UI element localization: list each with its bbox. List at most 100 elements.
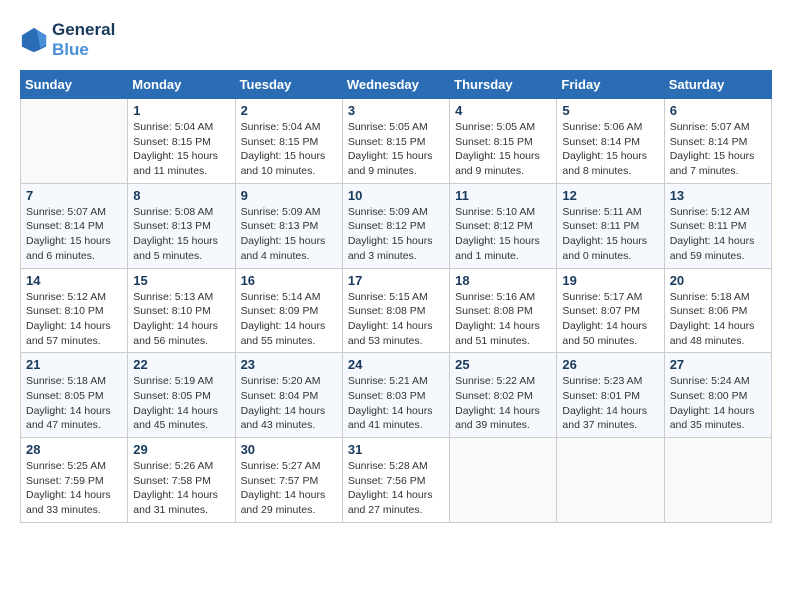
calendar-cell: 28Sunrise: 5:25 AM Sunset: 7:59 PM Dayli… <box>21 438 128 523</box>
calendar-cell: 15 Sunrise: 5:13 AM Sunset: 8:10 PM Dayli… <box>128 268 235 353</box>
day-info: Sunrise: 5:21 AM Sunset: 8:03 PM Dayligh… <box>348 374 444 433</box>
day-info: Sunrise: 5:18 AM Sunset: 8:05 PM Dayligh… <box>26 374 122 433</box>
day-info: Sunrise: 5:04 AM Sunset: 8:15 PM Dayligh… <box>241 120 337 179</box>
day-number: 3 <box>348 103 444 118</box>
day-info: Sunrise: 5:16 AM Sunset: 8:08 PM Dayligh… <box>455 290 551 349</box>
calendar-cell: 1 Sunrise: 5:04 AM Sunset: 8:15 PM Daylig… <box>128 99 235 184</box>
day-info: Sunrise: 5:24 AM Sunset: 8:00 PM Dayligh… <box>670 374 766 433</box>
day-number: 9 <box>241 188 337 203</box>
logo: General Blue <box>20 20 115 60</box>
calendar-cell: 6 Sunrise: 5:07 AM Sunset: 8:14 PM Daylig… <box>664 99 771 184</box>
day-number: 11 <box>455 188 551 203</box>
calendar-cell: 16 Sunrise: 5:14 AM Sunset: 8:09 PM Dayli… <box>235 268 342 353</box>
calendar-table: SundayMondayTuesdayWednesdayThursdayFrid… <box>20 70 772 523</box>
day-number: 22 <box>133 357 229 372</box>
day-number: 23 <box>241 357 337 372</box>
day-info: Sunrise: 5:04 AM Sunset: 8:15 PM Dayligh… <box>133 120 229 179</box>
day-number: 13 <box>670 188 766 203</box>
calendar-cell: 4 Sunrise: 5:05 AM Sunset: 8:15 PM Daylig… <box>450 99 557 184</box>
day-info: Sunrise: 5:07 AM Sunset: 8:14 PM Dayligh… <box>26 205 122 264</box>
day-number: 31 <box>348 442 444 457</box>
day-number: 27 <box>670 357 766 372</box>
day-number: 8 <box>133 188 229 203</box>
day-info: Sunrise: 5:05 AM Sunset: 8:15 PM Dayligh… <box>455 120 551 179</box>
day-number: 7 <box>26 188 122 203</box>
calendar-header-monday: Monday <box>128 71 235 99</box>
calendar-cell <box>557 438 664 523</box>
calendar-cell: 18 Sunrise: 5:16 AM Sunset: 8:08 PM Dayli… <box>450 268 557 353</box>
day-info: Sunrise: 5:11 AM Sunset: 8:11 PM Dayligh… <box>562 205 658 264</box>
day-info: Sunrise: 5:22 AM Sunset: 8:02 PM Dayligh… <box>455 374 551 433</box>
day-info: Sunrise: 5:09 AM Sunset: 8:13 PM Dayligh… <box>241 205 337 264</box>
day-number: 1 <box>133 103 229 118</box>
logo-icon <box>20 26 48 54</box>
day-number: 20 <box>670 273 766 288</box>
calendar-cell: 10 Sunrise: 5:09 AM Sunset: 8:12 PM Dayli… <box>342 183 449 268</box>
calendar-week-row: 1 Sunrise: 5:04 AM Sunset: 8:15 PM Daylig… <box>21 99 772 184</box>
calendar-header-row: SundayMondayTuesdayWednesdayThursdayFrid… <box>21 71 772 99</box>
calendar-week-row: 7 Sunrise: 5:07 AM Sunset: 8:14 PM Daylig… <box>21 183 772 268</box>
calendar-cell: 8 Sunrise: 5:08 AM Sunset: 8:13 PM Daylig… <box>128 183 235 268</box>
day-number: 4 <box>455 103 551 118</box>
day-number: 2 <box>241 103 337 118</box>
day-info: Sunrise: 5:07 AM Sunset: 8:14 PM Dayligh… <box>670 120 766 179</box>
day-number: 21 <box>26 357 122 372</box>
day-info: Sunrise: 5:27 AM Sunset: 7:57 PM Dayligh… <box>241 459 337 518</box>
day-number: 25 <box>455 357 551 372</box>
day-info: Sunrise: 5:12 AM Sunset: 8:11 PM Dayligh… <box>670 205 766 264</box>
calendar-cell: 3 Sunrise: 5:05 AM Sunset: 8:15 PM Daylig… <box>342 99 449 184</box>
day-number: 15 <box>133 273 229 288</box>
day-info: Sunrise: 5:13 AM Sunset: 8:10 PM Dayligh… <box>133 290 229 349</box>
calendar-header-wednesday: Wednesday <box>342 71 449 99</box>
day-info: Sunrise: 5:19 AM Sunset: 8:05 PM Dayligh… <box>133 374 229 433</box>
day-number: 12 <box>562 188 658 203</box>
day-number: 26 <box>562 357 658 372</box>
calendar-cell <box>450 438 557 523</box>
calendar-cell: 17Sunrise: 5:15 AM Sunset: 8:08 PM Dayli… <box>342 268 449 353</box>
calendar-cell: 11 Sunrise: 5:10 AM Sunset: 8:12 PM Dayli… <box>450 183 557 268</box>
day-info: Sunrise: 5:18 AM Sunset: 8:06 PM Dayligh… <box>670 290 766 349</box>
day-number: 14 <box>26 273 122 288</box>
day-number: 24 <box>348 357 444 372</box>
calendar-cell: 7 Sunrise: 5:07 AM Sunset: 8:14 PM Daylig… <box>21 183 128 268</box>
day-info: Sunrise: 5:17 AM Sunset: 8:07 PM Dayligh… <box>562 290 658 349</box>
calendar-cell: 20 Sunrise: 5:18 AM Sunset: 8:06 PM Dayli… <box>664 268 771 353</box>
calendar-cell: 23 Sunrise: 5:20 AM Sunset: 8:04 PM Dayli… <box>235 353 342 438</box>
day-number: 29 <box>133 442 229 457</box>
day-number: 5 <box>562 103 658 118</box>
calendar-cell: 27 Sunrise: 5:24 AM Sunset: 8:00 PM Dayli… <box>664 353 771 438</box>
calendar-cell: 29Sunrise: 5:26 AM Sunset: 7:58 PM Dayli… <box>128 438 235 523</box>
calendar-cell: 5Sunrise: 5:06 AM Sunset: 8:14 PM Daylig… <box>557 99 664 184</box>
calendar-header-saturday: Saturday <box>664 71 771 99</box>
day-info: Sunrise: 5:28 AM Sunset: 7:56 PM Dayligh… <box>348 459 444 518</box>
calendar-cell: 22 Sunrise: 5:19 AM Sunset: 8:05 PM Dayli… <box>128 353 235 438</box>
logo-text: General Blue <box>52 20 115 60</box>
calendar-header-sunday: Sunday <box>21 71 128 99</box>
calendar-header-tuesday: Tuesday <box>235 71 342 99</box>
calendar-cell: 12 Sunrise: 5:11 AM Sunset: 8:11 PM Dayli… <box>557 183 664 268</box>
day-info: Sunrise: 5:25 AM Sunset: 7:59 PM Dayligh… <box>26 459 122 518</box>
page-header: General Blue <box>20 20 772 60</box>
calendar-cell: 31 Sunrise: 5:28 AM Sunset: 7:56 PM Dayli… <box>342 438 449 523</box>
day-number: 30 <box>241 442 337 457</box>
day-number: 10 <box>348 188 444 203</box>
day-info: Sunrise: 5:10 AM Sunset: 8:12 PM Dayligh… <box>455 205 551 264</box>
day-number: 6 <box>670 103 766 118</box>
calendar-header-thursday: Thursday <box>450 71 557 99</box>
calendar-cell: 25 Sunrise: 5:22 AM Sunset: 8:02 PM Dayli… <box>450 353 557 438</box>
day-info: Sunrise: 5:08 AM Sunset: 8:13 PM Dayligh… <box>133 205 229 264</box>
day-number: 16 <box>241 273 337 288</box>
calendar-cell: 9 Sunrise: 5:09 AM Sunset: 8:13 PM Daylig… <box>235 183 342 268</box>
day-number: 18 <box>455 273 551 288</box>
day-info: Sunrise: 5:12 AM Sunset: 8:10 PM Dayligh… <box>26 290 122 349</box>
day-info: Sunrise: 5:09 AM Sunset: 8:12 PM Dayligh… <box>348 205 444 264</box>
calendar-cell: 2 Sunrise: 5:04 AM Sunset: 8:15 PM Daylig… <box>235 99 342 184</box>
day-info: Sunrise: 5:05 AM Sunset: 8:15 PM Dayligh… <box>348 120 444 179</box>
calendar-week-row: 28Sunrise: 5:25 AM Sunset: 7:59 PM Dayli… <box>21 438 772 523</box>
day-info: Sunrise: 5:23 AM Sunset: 8:01 PM Dayligh… <box>562 374 658 433</box>
day-info: Sunrise: 5:20 AM Sunset: 8:04 PM Dayligh… <box>241 374 337 433</box>
calendar-week-row: 14 Sunrise: 5:12 AM Sunset: 8:10 PM Dayli… <box>21 268 772 353</box>
day-info: Sunrise: 5:14 AM Sunset: 8:09 PM Dayligh… <box>241 290 337 349</box>
calendar-cell <box>21 99 128 184</box>
calendar-cell: 30 Sunrise: 5:27 AM Sunset: 7:57 PM Dayli… <box>235 438 342 523</box>
